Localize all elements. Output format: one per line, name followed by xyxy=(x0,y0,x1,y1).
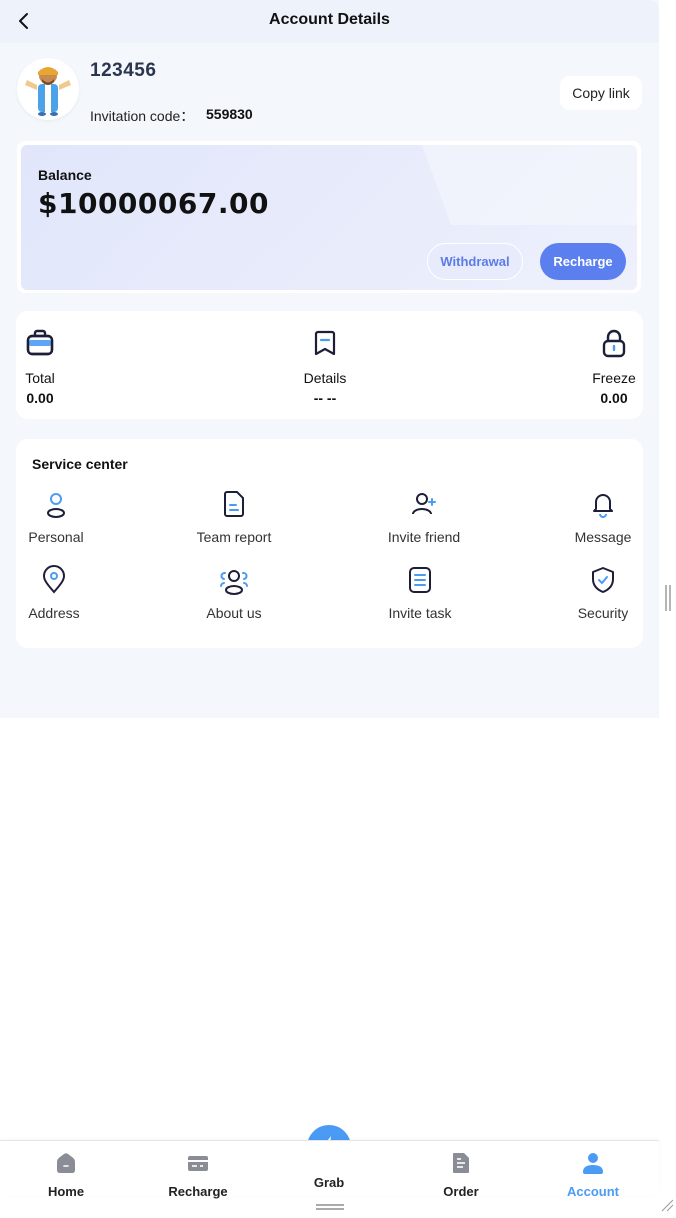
location-pin-icon xyxy=(42,565,66,594)
briefcase-icon xyxy=(26,329,54,356)
stat-freeze[interactable]: Freeze 0.00 xyxy=(590,327,638,406)
service-about-us-label: About us xyxy=(206,605,262,621)
service-invite-friend-label: Invite friend xyxy=(387,529,461,545)
balance-amount: $10000067.00 xyxy=(38,187,269,220)
tab-recharge-label: Recharge xyxy=(168,1184,228,1199)
tab-grab-label[interactable]: Grab xyxy=(279,1175,379,1190)
tab-account[interactable]: Account xyxy=(543,1151,643,1199)
invitation-code-label: Invitation code： xyxy=(90,108,195,124)
panel-resize-handle[interactable] xyxy=(665,585,671,611)
stat-freeze-label: Freeze xyxy=(592,370,636,386)
username: 123456 xyxy=(90,60,157,81)
stat-details[interactable]: Details -- -- xyxy=(285,327,365,406)
recharge-button[interactable]: Recharge xyxy=(540,243,626,280)
home-icon xyxy=(57,1153,75,1173)
stat-total[interactable]: Total 0.00 xyxy=(22,327,58,406)
shield-icon xyxy=(592,567,614,593)
service-message[interactable]: Message xyxy=(568,489,638,545)
bookmark-icon xyxy=(314,330,336,356)
resize-grip-icon[interactable] xyxy=(660,1198,674,1212)
lock-icon xyxy=(602,329,626,358)
stat-total-label: Total xyxy=(25,370,55,386)
tab-home[interactable]: Home xyxy=(16,1151,116,1199)
service-team-report[interactable]: Team report xyxy=(189,489,279,545)
wallet-icon xyxy=(188,1156,208,1171)
invitation-code-value: 559830 xyxy=(206,106,253,122)
tab-order[interactable]: Order xyxy=(411,1151,511,1199)
avatar xyxy=(17,58,79,120)
balance-label: Balance xyxy=(38,167,92,183)
stat-freeze-value: 0.00 xyxy=(600,390,628,406)
user-plus-icon xyxy=(412,493,436,515)
stat-details-value: -- -- xyxy=(313,390,337,406)
tab-order-label: Order xyxy=(443,1184,479,1199)
service-invite-task-label: Invite task xyxy=(388,605,452,621)
avatar-character-icon xyxy=(17,58,79,120)
withdrawal-button[interactable]: Withdrawal xyxy=(427,243,523,280)
copy-link-button[interactable]: Copy link xyxy=(560,76,642,110)
balance-card: Balance $10000067.00 Withdrawal Recharge xyxy=(17,141,641,293)
stat-details-label: Details xyxy=(303,370,347,386)
service-message-label: Message xyxy=(574,529,632,545)
task-list-icon xyxy=(409,567,431,593)
service-center-title: Service center xyxy=(32,456,128,472)
group-icon xyxy=(220,570,248,595)
service-security[interactable]: Security xyxy=(569,565,637,621)
service-personal-label: Personal xyxy=(28,529,84,545)
tab-recharge[interactable]: Recharge xyxy=(148,1151,248,1199)
service-center-card: Service center Personal Team report Invi… xyxy=(16,439,643,648)
service-invite-friend[interactable]: Invite friend xyxy=(379,489,469,545)
order-icon xyxy=(453,1153,469,1173)
service-address-label: Address xyxy=(28,605,80,621)
document-icon xyxy=(224,491,244,517)
tab-account-label: Account xyxy=(567,1184,619,1199)
service-address[interactable]: Address xyxy=(24,565,84,621)
stat-total-value: 0.00 xyxy=(26,390,54,406)
service-about-us[interactable]: About us xyxy=(198,565,270,621)
content-area: Account Details 123456 Invitation code： … xyxy=(0,0,659,718)
user-icon xyxy=(46,493,66,518)
app-window: Account Details 123456 Invitation code： … xyxy=(0,0,659,1218)
page-title: Account Details xyxy=(269,11,390,28)
service-personal[interactable]: Personal xyxy=(26,489,86,545)
stats-card: Total 0.00 Details -- -- Freeze 0.00 xyxy=(16,311,643,419)
balance-panel: Balance $10000067.00 Withdrawal Recharge xyxy=(21,145,637,290)
header-bar: Account Details xyxy=(0,0,659,43)
bell-icon xyxy=(593,494,613,518)
account-icon xyxy=(583,1153,603,1174)
service-security-label: Security xyxy=(577,605,629,621)
balance-decoration xyxy=(410,145,637,225)
tab-home-label: Home xyxy=(47,1184,85,1199)
bottom-drag-handle[interactable] xyxy=(316,1204,344,1210)
service-invite-task[interactable]: Invite task xyxy=(380,565,460,621)
service-team-report-label: Team report xyxy=(196,529,272,545)
